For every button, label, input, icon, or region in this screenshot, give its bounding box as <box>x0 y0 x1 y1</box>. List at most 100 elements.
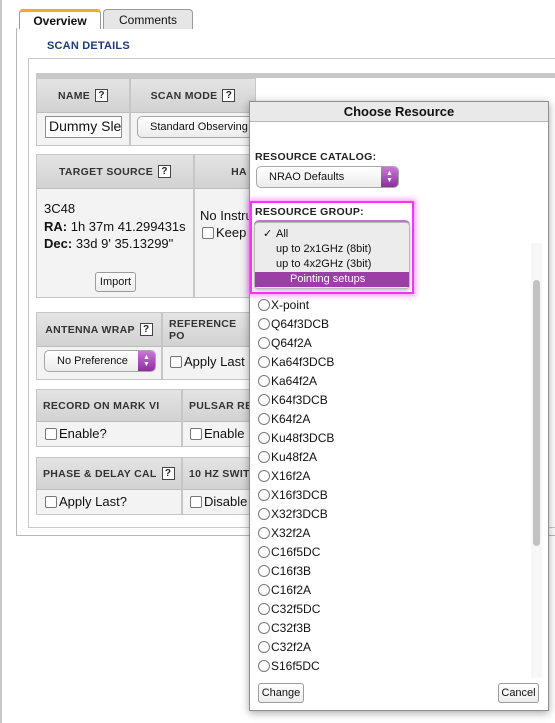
resource-catalog-select[interactable]: NRAO Defaults ▲ ▼ <box>256 166 399 188</box>
phase-delay-cal-header-label: PHASE & DELAY CAL <box>43 467 157 480</box>
tab-overview[interactable]: Overview <box>19 9 101 29</box>
radio-icon <box>258 337 270 349</box>
pulsar-enable-label: Enable <box>204 426 245 441</box>
resource-option[interactable]: C32f2A <box>258 638 311 656</box>
antenna-wrap-header-label: ANTENNA WRAP <box>45 323 135 336</box>
resource-label: S16f5DC <box>271 659 320 673</box>
change-button[interactable]: Change <box>258 683 304 703</box>
checkbox-icon <box>45 428 57 440</box>
resource-list-scrollbar-thumb[interactable] <box>533 280 540 546</box>
name-input[interactable]: Dummy Slew <box>45 116 122 138</box>
scan-mode-select[interactable]: Standard Observing <box>137 116 267 138</box>
record-mark-vi-header: RECORD ON MARK VI <box>37 390 181 422</box>
pulsar-header-label: PULSAR RE <box>189 399 253 412</box>
resource-label: Ka64f3DCB <box>271 355 335 369</box>
resource-option[interactable]: K64f2A <box>258 410 310 428</box>
chevron-updown-icon: ▲ ▼ <box>381 167 398 187</box>
resource-option[interactable]: C16f3B <box>258 562 311 580</box>
checkbox-icon <box>190 428 202 440</box>
antenna-wrap-header: ANTENNA WRAP ? <box>37 313 161 347</box>
resource-option[interactable]: Ka64f2A <box>258 372 317 390</box>
page-left-border <box>0 0 2 723</box>
phase-apply-last-checkbox[interactable]: Apply Last? <box>45 494 127 509</box>
resource-option[interactable]: Q64f3DCB <box>258 315 329 333</box>
ten-hz-disable-checkbox[interactable]: Disable <box>190 494 247 509</box>
ha-keep-checkbox[interactable]: Keep <box>202 225 246 240</box>
resource-option[interactable]: X32f2A <box>258 524 310 542</box>
resource-label: C16f3B <box>271 564 312 578</box>
record-enable-checkbox[interactable]: Enable? <box>45 426 107 441</box>
resource-group-option-pointing[interactable]: Pointing setups <box>255 272 409 287</box>
resource-option[interactable]: K64f3DCB <box>258 391 328 409</box>
import-button[interactable]: Import <box>95 272 136 292</box>
resource-label: X16f2A <box>271 469 311 483</box>
resource-option[interactable]: C32f5DC <box>258 600 320 618</box>
resource-option[interactable]: Q64f2A <box>258 334 312 352</box>
option-label: up to 4x2GHz (3bit) <box>276 258 372 270</box>
radio-icon <box>258 546 270 558</box>
checkmark-icon: ✓ <box>263 228 273 240</box>
target-source-help-icon[interactable]: ? <box>158 165 172 178</box>
pulsar-enable-checkbox[interactable]: Enable <box>190 426 244 441</box>
radio-icon <box>258 432 270 444</box>
target-source-header: TARGET SOURCE ? <box>37 155 193 189</box>
radio-icon <box>258 375 270 387</box>
name-header-label: NAME <box>57 89 91 102</box>
cancel-button[interactable]: Cancel <box>498 683 539 703</box>
radio-icon <box>258 489 270 501</box>
resource-option[interactable]: Ku48f3DCB <box>258 429 334 447</box>
radio-icon <box>258 451 270 463</box>
resource-group-option-4x2ghz[interactable]: up to 4x2GHz (3bit) <box>255 257 409 272</box>
target-source-name: 3C48 <box>44 201 76 216</box>
reference-pointing-header-label: REFERENCE PO <box>169 317 237 342</box>
radio-icon <box>258 565 270 577</box>
ten-hz-disable-label: Disable <box>204 494 248 509</box>
antenna-wrap-help-icon[interactable]: ? <box>139 323 153 336</box>
resource-label: C16f5DC <box>271 545 321 559</box>
resource-label: K64f3DCB <box>271 393 328 407</box>
resource-label: Ku48f2A <box>271 450 318 464</box>
target-ra: RA: 1h 37m 41.299431s <box>44 219 186 234</box>
pulsar-header: PULSAR RE <box>183 390 253 422</box>
resource-label: Ku48f3DCB <box>271 431 335 445</box>
radio-icon <box>258 413 270 425</box>
phase-delay-cal-header: PHASE & DELAY CAL ? <box>37 458 181 490</box>
resource-label: C32f5DC <box>271 602 321 616</box>
ha-header: HA <box>195 155 253 189</box>
resource-option[interactable]: C16f5DC <box>258 543 320 561</box>
resource-option[interactable]: X16f3DCB <box>258 486 328 504</box>
dec-value: 33d 9' 35.13299" <box>75 236 174 251</box>
resource-group-option-2x1ghz[interactable]: up to 2x1GHz (8bit) <box>255 242 409 257</box>
tab-comments[interactable]: Comments <box>103 9 193 29</box>
resource-option[interactable]: X-point <box>258 296 309 314</box>
antenna-wrap-select[interactable]: No Preference ▲ ▼ <box>44 350 156 372</box>
radio-icon <box>258 641 270 653</box>
dec-label: Dec: <box>44 236 73 251</box>
resource-label: Q64f2A <box>271 336 312 350</box>
radio-icon <box>258 603 270 615</box>
radio-icon <box>258 508 270 520</box>
resource-label: X16f3DCB <box>271 488 328 502</box>
resource-option[interactable]: C16f2A <box>258 581 311 599</box>
antenna-wrap-value: No Preference <box>57 355 128 367</box>
resource-group-option-all[interactable]: ✓ All <box>255 227 409 242</box>
ra-value: 1h 37m 41.299431s <box>70 219 186 234</box>
name-help-icon[interactable]: ? <box>95 89 109 102</box>
radio-icon <box>258 660 270 672</box>
radio-icon <box>258 527 270 539</box>
resource-option[interactable]: X32f3DCB <box>258 505 328 523</box>
resource-option[interactable]: Ka64f3DCB <box>258 353 334 371</box>
resource-label: X-point <box>271 298 310 312</box>
resource-option[interactable]: C32f3B <box>258 619 311 637</box>
phase-delay-cal-help-icon[interactable]: ? <box>161 467 175 480</box>
reference-apply-last-checkbox[interactable]: Apply Last <box>170 354 245 369</box>
resource-option[interactable]: Ku48f2A <box>258 448 317 466</box>
resource-option[interactable]: X16f2A <box>258 467 310 485</box>
scan-mode-help-icon[interactable]: ? <box>222 89 236 102</box>
record-mark-vi-header-label: RECORD ON MARK VI <box>43 399 160 412</box>
reference-pointing-header: REFERENCE PO <box>163 313 253 347</box>
resource-catalog-label: RESOURCE CATALOG: <box>255 151 377 163</box>
resource-label: C32f3B <box>271 621 312 635</box>
resource-option[interactable]: S16f5DC <box>258 657 320 675</box>
resource-catalog-value: NRAO Defaults <box>269 171 345 183</box>
